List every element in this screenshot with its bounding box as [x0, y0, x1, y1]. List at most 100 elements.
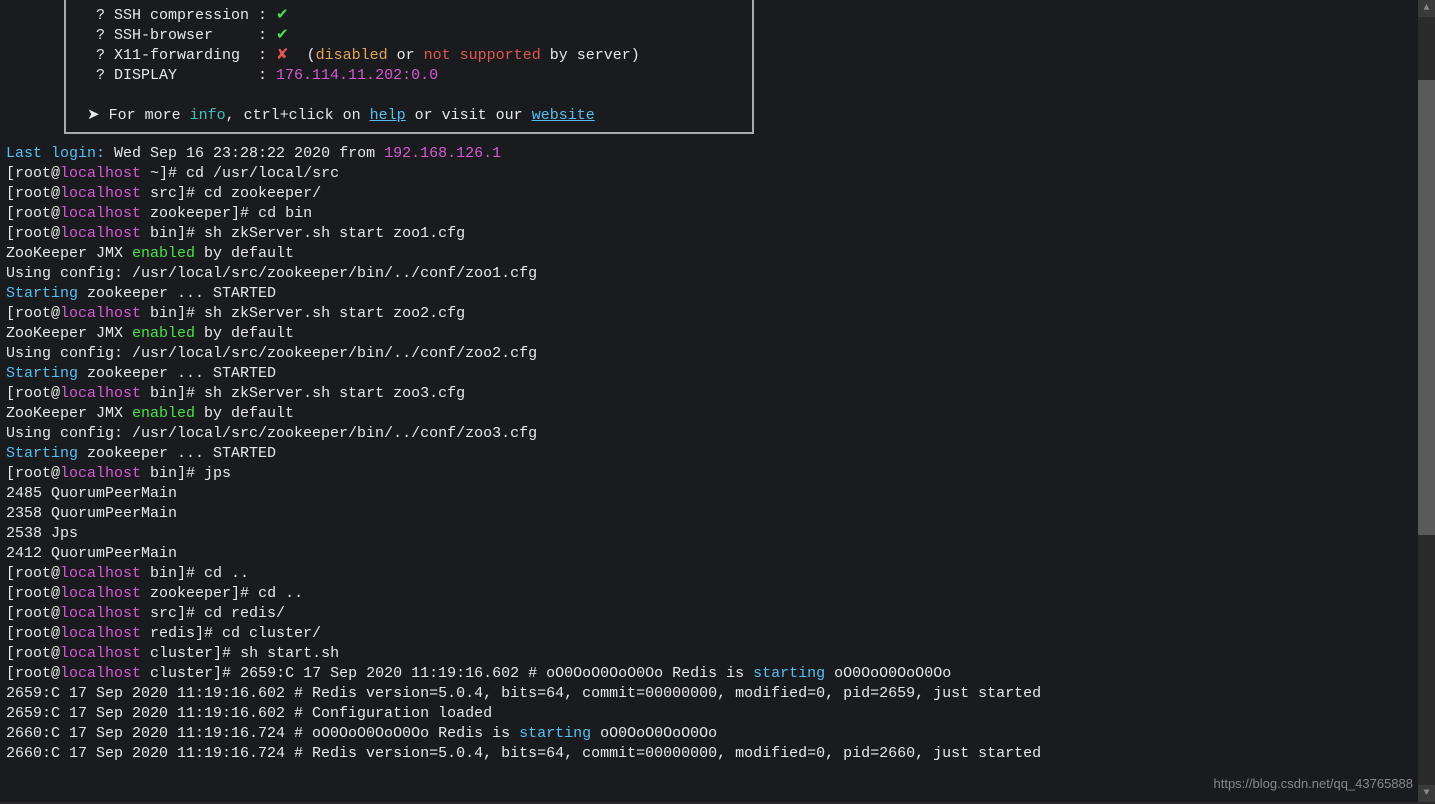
terminal-output: Last login: Wed Sep 16 23:28:22 2020 fro…	[0, 144, 1418, 764]
prompt-line: [root@localhost redis]# cd cluster/	[6, 624, 1418, 644]
prompt-line: [root@localhost zookeeper]# cd bin	[6, 204, 1418, 224]
hostname: localhost	[60, 605, 141, 622]
hostname: localhost	[60, 665, 141, 682]
display-value: 176.114.11.202:0.0	[276, 67, 438, 84]
prompt-line: [root@localhost bin]# sh zkServer.sh sta…	[6, 224, 1418, 244]
output-line: Starting zookeeper ... STARTED	[6, 444, 1418, 464]
output-line: ZooKeeper JMX enabled by default	[6, 244, 1418, 264]
ssh-browser-label: ? SSH-browser :	[78, 27, 276, 44]
prompt-line: [root@localhost cluster]# 2659:C 17 Sep …	[6, 664, 1418, 684]
output-line: Using config: /usr/local/src/zookeeper/b…	[6, 424, 1418, 444]
hostname: localhost	[60, 185, 141, 202]
command: cd bin	[258, 205, 312, 222]
blank-line	[78, 86, 740, 106]
hostname: localhost	[60, 205, 141, 222]
output-line: 2358 QuorumPeerMain	[6, 504, 1418, 524]
last-login-line: Last login: Wed Sep 16 23:28:22 2020 fro…	[6, 144, 1418, 164]
output-line: 2412 QuorumPeerMain	[6, 544, 1418, 564]
output-line: Using config: /usr/local/src/zookeeper/b…	[6, 264, 1418, 284]
command: sh zkServer.sh start zoo2.cfg	[204, 305, 465, 322]
output-line: ZooKeeper JMX enabled by default	[6, 324, 1418, 344]
x11-by-server: by server)	[541, 47, 640, 64]
x11-label: ? X11-forwarding :	[78, 47, 276, 64]
output-line: 2660:C 17 Sep 2020 11:19:16.724 # oO0OoO…	[6, 724, 1418, 744]
enabled-word: enabled	[132, 405, 195, 422]
hostname: localhost	[60, 585, 141, 602]
x11-disabled: disabled	[316, 47, 388, 64]
prompt-line: [root@localhost src]# cd zookeeper/	[6, 184, 1418, 204]
output-line: ZooKeeper JMX enabled by default	[6, 404, 1418, 424]
help-link[interactable]: help	[370, 107, 406, 124]
prompt-line: [root@localhost bin]# cd ..	[6, 564, 1418, 584]
more-text: or visit our	[406, 107, 532, 124]
x11-or: or	[388, 47, 424, 64]
prompt-line: [root@localhost bin]# sh zkServer.sh sta…	[6, 304, 1418, 324]
prompt-line: [root@localhost bin]# jps	[6, 464, 1418, 484]
more-info-line: ➤ For more info, ctrl+click on help or v…	[78, 106, 740, 126]
ssh-compression-label: ? SSH compression :	[78, 7, 276, 24]
hostname: localhost	[60, 465, 141, 482]
starting-word: starting	[753, 665, 825, 682]
scroll-thumb[interactable]	[1418, 80, 1435, 535]
hostname: localhost	[60, 225, 141, 242]
starting-word: Starting	[6, 445, 78, 462]
hostname: localhost	[60, 565, 141, 582]
scroll-down-button[interactable]: ▼	[1418, 785, 1435, 802]
hostname: localhost	[60, 385, 141, 402]
watermark-text: https://blog.csdn.net/qq_43765888	[1214, 774, 1414, 794]
scroll-up-button[interactable]: ▲	[1418, 0, 1435, 17]
command: cd redis/	[204, 605, 285, 622]
output-line: 2659:C 17 Sep 2020 11:19:16.602 # Redis …	[6, 684, 1418, 704]
command: cd ..	[258, 585, 303, 602]
prompt-line: [root@localhost bin]# sh zkServer.sh sta…	[6, 384, 1418, 404]
command: cd cluster/	[222, 625, 321, 642]
redis-output: 2659:C 17 Sep 2020 11:19:16.602 # oO0OoO…	[240, 665, 753, 682]
ssh-browser-line: ? SSH-browser : ✔	[78, 26, 740, 46]
check-icon: ✔	[276, 27, 289, 44]
arrow-icon: ➤	[78, 107, 109, 124]
command: cd /usr/local/src	[186, 165, 339, 182]
output-line: Using config: /usr/local/src/zookeeper/b…	[6, 344, 1418, 364]
website-link[interactable]: website	[532, 107, 595, 124]
command: cd zookeeper/	[204, 185, 321, 202]
terminal-window[interactable]: ? SSH compression : ✔ ? SSH-browser : ✔ …	[0, 0, 1418, 802]
last-login-label: Last login:	[6, 145, 105, 162]
motd-box: ? SSH compression : ✔ ? SSH-browser : ✔ …	[64, 0, 754, 134]
enabled-word: enabled	[132, 325, 195, 342]
starting-word: Starting	[6, 365, 78, 382]
output-line: 2660:C 17 Sep 2020 11:19:16.724 # Redis …	[6, 744, 1418, 764]
last-login-ip: 192.168.126.1	[384, 145, 501, 162]
starting-word: Starting	[6, 285, 78, 302]
check-icon: ✔	[276, 7, 289, 24]
cross-icon: ✘	[276, 47, 289, 64]
hostname: localhost	[60, 305, 141, 322]
starting-word: starting	[519, 725, 591, 742]
command: sh zkServer.sh start zoo3.cfg	[204, 385, 465, 402]
output-line: 2485 QuorumPeerMain	[6, 484, 1418, 504]
output-line: Starting zookeeper ... STARTED	[6, 284, 1418, 304]
prompt-line: [root@localhost zookeeper]# cd ..	[6, 584, 1418, 604]
paren-open: (	[289, 47, 316, 64]
more-text: For more	[109, 107, 190, 124]
hostname: localhost	[60, 165, 141, 182]
prompt-line: [root@localhost ~]# cd /usr/local/src	[6, 164, 1418, 184]
prompt-line: [root@localhost src]# cd redis/	[6, 604, 1418, 624]
output-line: Starting zookeeper ... STARTED	[6, 364, 1418, 384]
ssh-compression-line: ? SSH compression : ✔	[78, 6, 740, 26]
vertical-scrollbar[interactable]: ▲ ▼	[1418, 0, 1435, 802]
more-text: , ctrl+click on	[226, 107, 370, 124]
x11-forwarding-line: ? X11-forwarding : ✘ (disabled or not su…	[78, 46, 740, 66]
prompt-line: [root@localhost cluster]# sh start.sh	[6, 644, 1418, 664]
command: sh start.sh	[240, 645, 339, 662]
info-word: info	[190, 107, 226, 124]
command: cd ..	[204, 565, 249, 582]
enabled-word: enabled	[132, 245, 195, 262]
display-line: ? DISPLAY : 176.114.11.202:0.0	[78, 66, 740, 86]
hostname: localhost	[60, 625, 141, 642]
last-login-time: Wed Sep 16 23:28:22 2020 from	[105, 145, 384, 162]
command: sh zkServer.sh start zoo1.cfg	[204, 225, 465, 242]
output-line: 2538 Jps	[6, 524, 1418, 544]
hostname: localhost	[60, 645, 141, 662]
display-label: ? DISPLAY :	[78, 67, 276, 84]
x11-not-supported: not supported	[424, 47, 541, 64]
